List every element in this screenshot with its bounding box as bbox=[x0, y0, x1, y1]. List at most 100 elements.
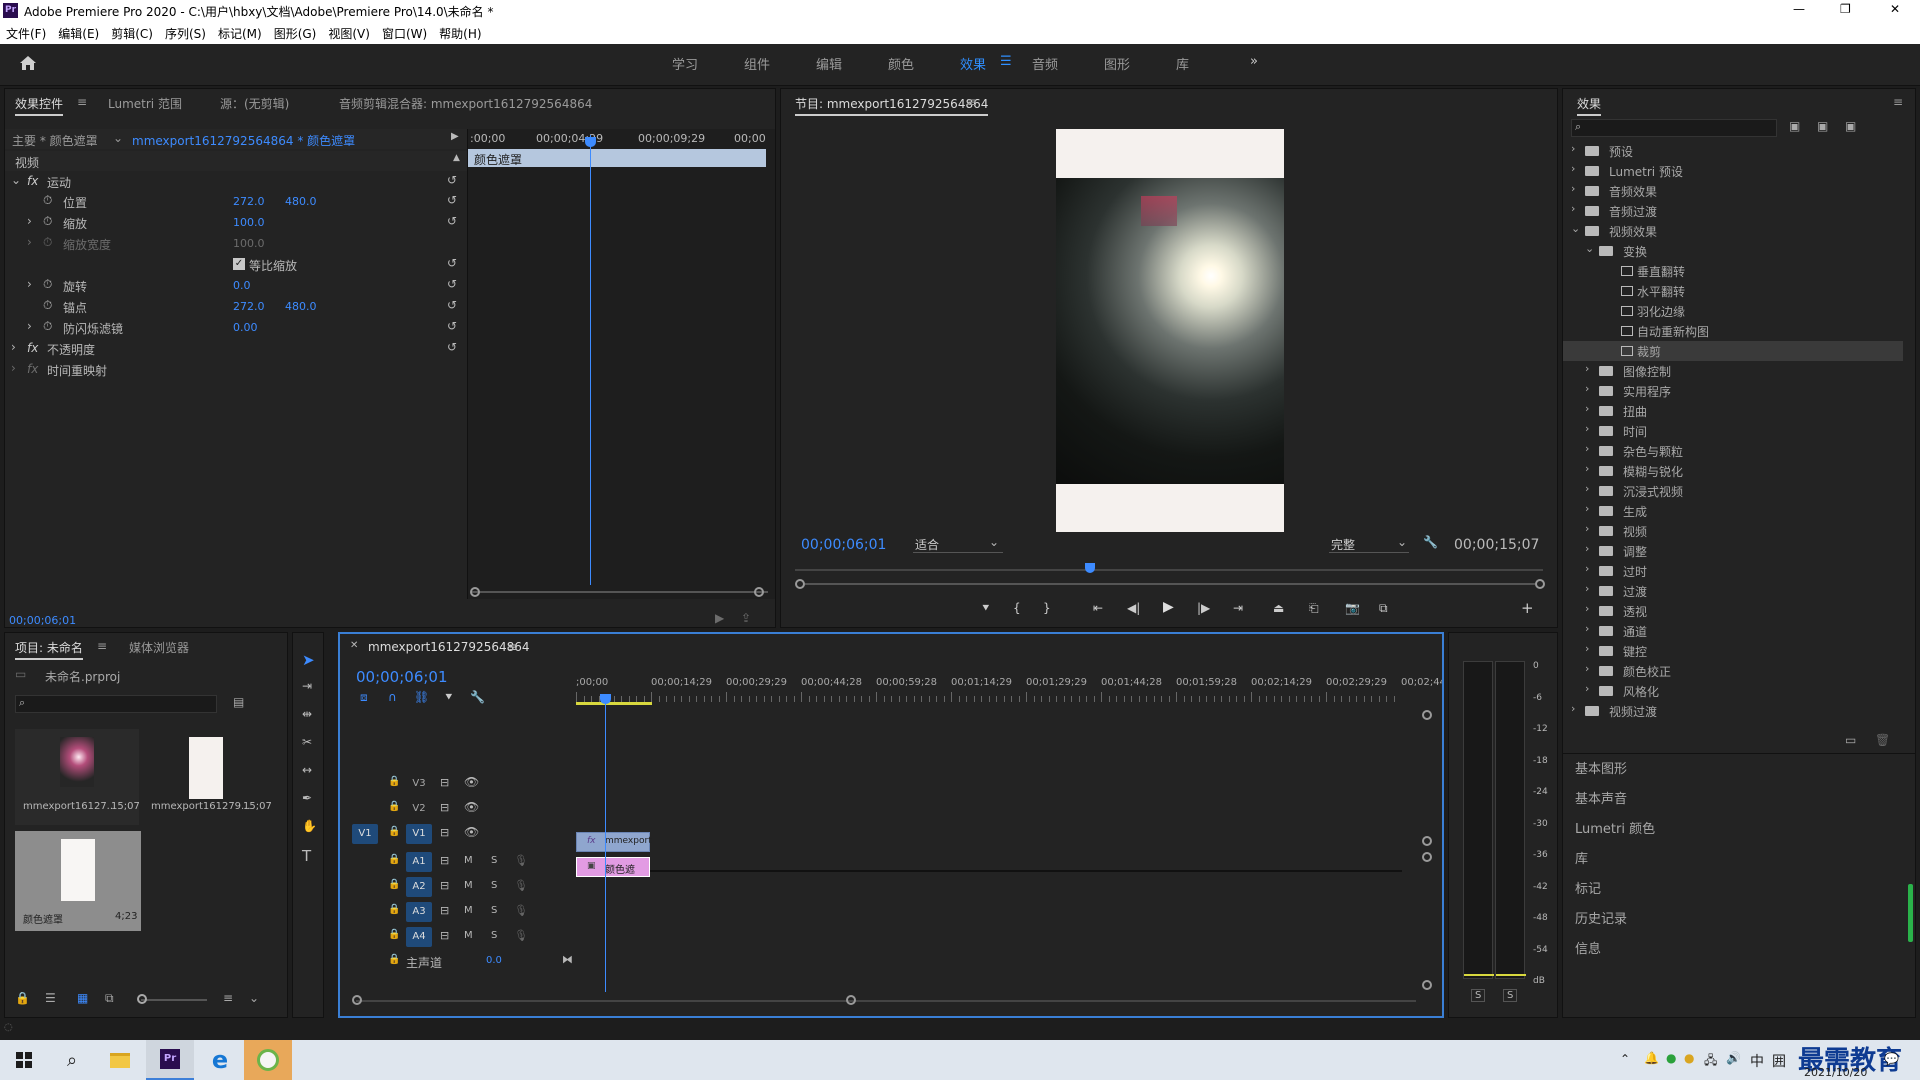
chevron-right-icon[interactable]: › bbox=[11, 340, 16, 354]
reset-icon[interactable]: ↺ bbox=[447, 173, 457, 187]
marker-icon[interactable]: ⯆ bbox=[981, 601, 991, 616]
tray-notification-icon[interactable]: 🔔 bbox=[1644, 1051, 1659, 1065]
workspace-tab-libraries[interactable]: 库 bbox=[1176, 54, 1189, 73]
chevron-right-icon[interactable]: › bbox=[1585, 482, 1589, 495]
position-y-value[interactable]: 480.0 bbox=[285, 195, 317, 208]
zoom-slider-handle[interactable] bbox=[137, 994, 147, 1004]
project-item[interactable]: mmexport16127... 15;07 bbox=[15, 729, 140, 825]
sequence-clip-label[interactable]: mmexport1612792564864 * 颜色遮罩 bbox=[132, 132, 355, 149]
tray-360-icon[interactable]: ● bbox=[1666, 1051, 1676, 1065]
effects-preset[interactable]: 裁剪 bbox=[1563, 341, 1903, 361]
reset-icon[interactable]: ↺ bbox=[447, 277, 457, 291]
microphone-icon[interactable]: 🎙 bbox=[514, 854, 528, 867]
lock-icon[interactable]: 🔒 bbox=[388, 904, 400, 915]
play-icon[interactable]: ▶ bbox=[451, 131, 459, 142]
panel-libraries[interactable]: 库 bbox=[1575, 848, 1588, 867]
timeline-playhead[interactable] bbox=[605, 700, 606, 992]
accelerated-effects-icon[interactable]: ▣ bbox=[1789, 119, 1800, 133]
clip-v2[interactable]: fx mmexport bbox=[576, 832, 652, 852]
track-target-a2[interactable]: A2 bbox=[406, 877, 432, 897]
timeline-timecode[interactable]: 00;00;06;01 bbox=[356, 668, 448, 686]
timeline-ruler[interactable]: ;00;00 00;00;14;29 00;00;29;29 00;00;44;28 0… bbox=[576, 674, 1442, 704]
stopwatch-icon[interactable]: ⏱ bbox=[43, 319, 52, 334]
lock-icon[interactable]: 🔒 bbox=[15, 991, 30, 1005]
stopwatch-icon[interactable]: ⏱ bbox=[43, 277, 52, 292]
ec-clip-bar[interactable]: 颜色遮罩 bbox=[468, 149, 766, 167]
chevron-right-icon[interactable]: › bbox=[27, 319, 32, 333]
type-tool-icon[interactable]: T bbox=[302, 847, 311, 865]
chevron-down-icon[interactable]: ⌄ bbox=[11, 173, 21, 187]
effects-folder[interactable]: › 调整 bbox=[1563, 541, 1903, 561]
tab-lumetri-scopes[interactable]: Lumetri 范围 bbox=[108, 95, 182, 112]
tray-chevron-up-icon[interactable]: ⌃ bbox=[1620, 1052, 1630, 1066]
slip-tool-icon[interactable]: ↔ bbox=[302, 763, 312, 777]
effects-folder[interactable]: › 模糊与锐化 bbox=[1563, 461, 1903, 481]
tab-source[interactable]: 源：(无剪辑) bbox=[220, 95, 289, 112]
toggle-sync-lock-icon[interactable]: ⊟ bbox=[440, 826, 449, 839]
vertical-scroll-handle[interactable] bbox=[1422, 836, 1432, 846]
fx-icon[interactable]: fx bbox=[27, 341, 38, 355]
effects-folder[interactable]: › 键控 bbox=[1563, 641, 1903, 661]
panel-essential-graphics[interactable]: 基本图形 bbox=[1575, 758, 1627, 777]
effects-folder[interactable]: › 沉浸式视频 bbox=[1563, 481, 1903, 501]
effects-folder[interactable]: › 音频效果 bbox=[1563, 181, 1903, 201]
track-target-v3[interactable]: V3 bbox=[406, 774, 432, 794]
effect-controls-timeline[interactable]: :00;00 00;00;04;29 00;00;09;29 00;00 颜色遮… bbox=[467, 129, 775, 599]
workspace-tab-assembly[interactable]: 组件 bbox=[744, 54, 770, 73]
step-forward-icon[interactable]: |▶ bbox=[1197, 601, 1210, 615]
chevron-right-icon[interactable]: › bbox=[1585, 542, 1589, 555]
panel-menu-icon[interactable]: ≡ bbox=[97, 639, 107, 653]
fx-icon[interactable]: fx bbox=[27, 174, 38, 188]
microphone-icon[interactable]: 🎙 bbox=[514, 929, 528, 942]
effects-folder[interactable]: › 扭曲 bbox=[1563, 401, 1903, 421]
ec-timecode[interactable]: 00;00;06;01 bbox=[9, 614, 76, 627]
timeline-settings-icon[interactable]: 🔧 bbox=[470, 690, 485, 704]
chevron-down-icon[interactable]: ⌄ bbox=[1571, 222, 1580, 235]
selection-tool-icon[interactable]: ➤ bbox=[302, 651, 315, 669]
solo-button[interactable]: S bbox=[491, 905, 497, 916]
snap-icon[interactable]: ∩ bbox=[388, 690, 397, 704]
effects-preset[interactable]: 水平翻转 bbox=[1563, 281, 1903, 301]
effects-preset[interactable]: 羽化边缘 bbox=[1563, 301, 1903, 321]
tab-effect-controls[interactable]: 效果控件 bbox=[15, 95, 64, 116]
effects-folder[interactable]: › 预设 bbox=[1563, 141, 1903, 161]
horizontal-scroll-left[interactable] bbox=[352, 995, 362, 1005]
monitor-scroll-bar[interactable] bbox=[805, 583, 1535, 585]
chevron-right-icon[interactable]: › bbox=[11, 361, 16, 375]
tray-volume-icon[interactable]: 🔊 bbox=[1726, 1051, 1741, 1065]
workspace-tab-graphics[interactable]: 图形 bbox=[1104, 54, 1130, 73]
action-center-icon[interactable]: 💬 bbox=[1884, 1052, 1899, 1066]
chevron-right-icon[interactable]: › bbox=[1571, 702, 1575, 715]
source-patch-v1[interactable]: V1 bbox=[352, 824, 378, 844]
project-item[interactable]: mmexport161279... 15;07 bbox=[143, 729, 272, 825]
side-scrollbar[interactable] bbox=[1908, 884, 1913, 942]
go-to-out-icon[interactable]: ⇥ bbox=[1233, 601, 1243, 615]
nest-icon[interactable]: ⧈ bbox=[360, 690, 368, 705]
effects-folder[interactable]: › 过渡 bbox=[1563, 581, 1903, 601]
effect-opacity[interactable]: › fx 不透明度 ↺ bbox=[5, 338, 467, 358]
panel-markers[interactable]: 标记 bbox=[1575, 878, 1601, 897]
solo-button[interactable]: S bbox=[491, 930, 497, 941]
meter-solo-left-button[interactable]: S bbox=[1471, 989, 1486, 1002]
menu-marker[interactable]: 标记(M) bbox=[212, 22, 268, 45]
track-target-a4[interactable]: A4 bbox=[406, 927, 432, 947]
track-select-tool-icon[interactable]: ⇥ bbox=[302, 679, 312, 693]
vertical-scroll-handle[interactable] bbox=[1422, 852, 1432, 862]
export-icon[interactable]: ⇪ bbox=[741, 611, 751, 625]
lock-icon[interactable]: 🔒 bbox=[388, 826, 400, 837]
monitor-playhead[interactable] bbox=[1085, 563, 1095, 573]
toggle-sync-lock-icon[interactable]: ⊟ bbox=[440, 776, 449, 789]
uniform-scale-checkbox[interactable]: ✓ bbox=[233, 258, 245, 270]
effects-folder[interactable]: ⌄ 视频效果 bbox=[1563, 221, 1903, 241]
menu-graphics[interactable]: 图形(G) bbox=[268, 22, 323, 45]
vertical-scroll-handle[interactable] bbox=[1422, 710, 1432, 720]
effects-folder[interactable]: › 视频过渡 bbox=[1563, 701, 1903, 721]
panel-menu-icon[interactable]: ≡ bbox=[508, 640, 518, 654]
chevron-right-icon[interactable]: › bbox=[1585, 682, 1589, 695]
monitor-ruler[interactable] bbox=[795, 569, 1543, 571]
menu-file[interactable]: 文件(F) bbox=[0, 22, 52, 45]
clip-v1[interactable]: ▣ 颜色遮 bbox=[576, 857, 650, 877]
timeline-playhead-handle[interactable] bbox=[600, 694, 611, 704]
mute-button[interactable]: M bbox=[464, 880, 473, 891]
close-tab-icon[interactable]: ✕ bbox=[350, 640, 358, 651]
